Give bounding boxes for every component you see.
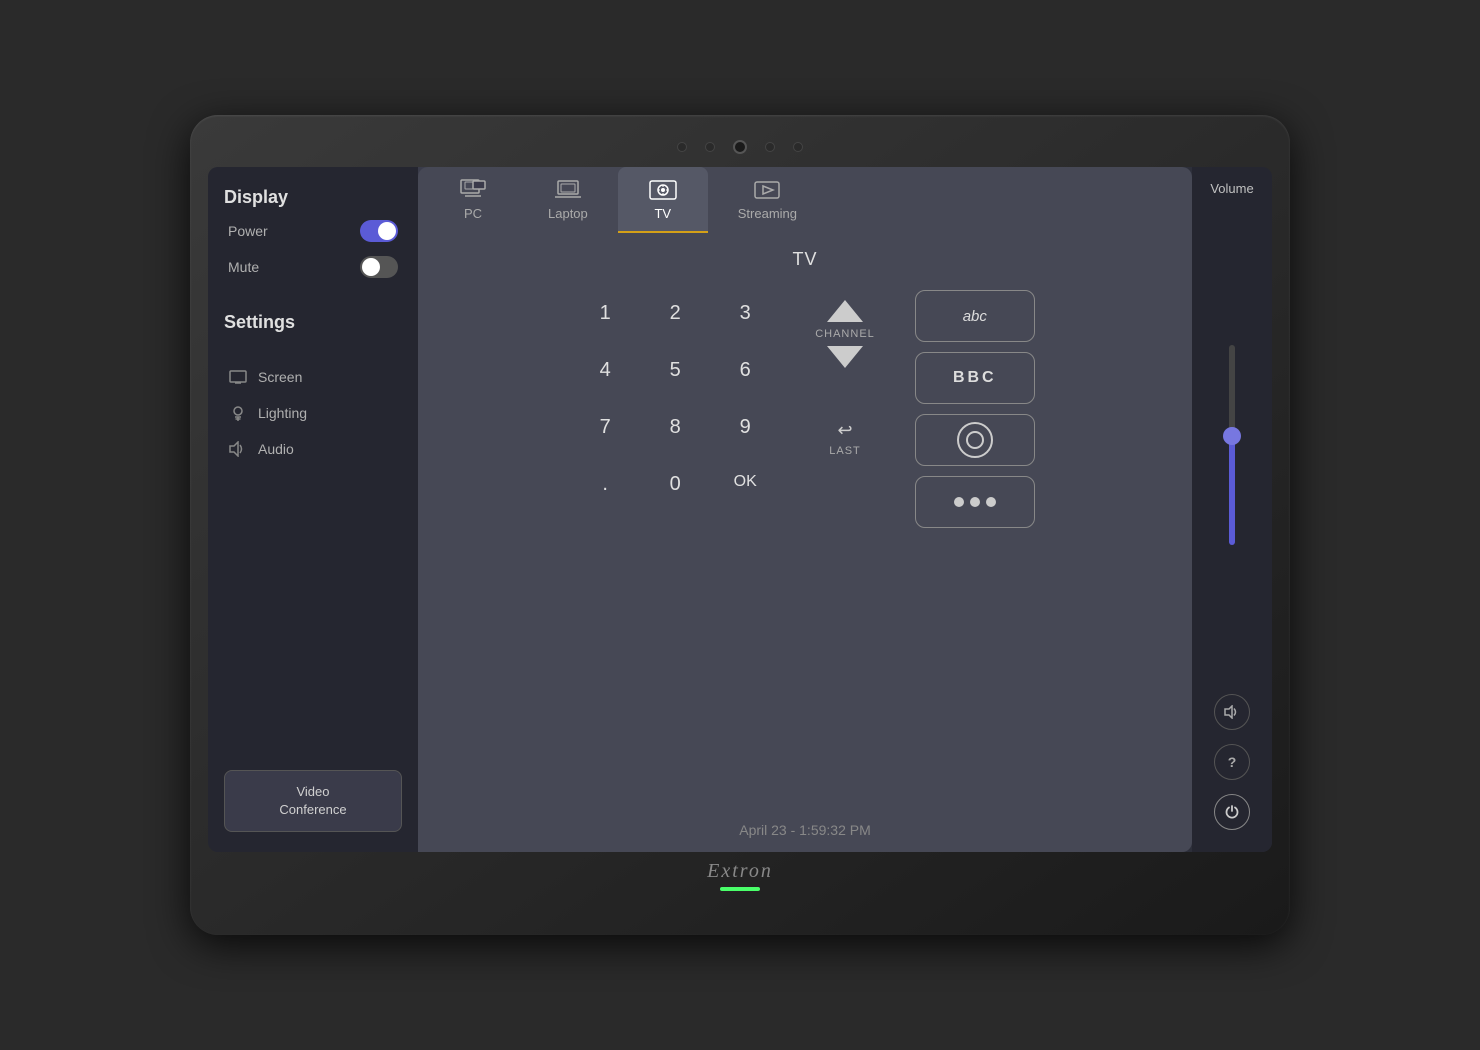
more-button[interactable]: [915, 476, 1035, 528]
more-dots-icon: [954, 497, 996, 507]
tab-laptop[interactable]: Laptop: [518, 167, 618, 233]
num-8[interactable]: 8: [645, 404, 705, 451]
channel-buttons: abc BBC: [915, 290, 1035, 528]
num-3[interactable]: 3: [715, 290, 775, 337]
sensor-right: [793, 142, 803, 152]
num-2[interactable]: 2: [645, 290, 705, 337]
power-indicator: [720, 887, 760, 891]
cbs-button[interactable]: [915, 414, 1035, 466]
audio-icon: [228, 439, 248, 459]
brand-text: Extron: [707, 860, 773, 882]
numpad: 1 2 3 4 5 6 7 8 9 . 0 OK: [575, 290, 775, 508]
num-7[interactable]: 7: [575, 404, 635, 451]
lighting-icon: [228, 403, 248, 423]
audio-item[interactable]: Audio: [224, 431, 402, 467]
power-toggle[interactable]: [360, 220, 398, 242]
device: Display Power Mute Settings: [190, 115, 1290, 935]
num-4[interactable]: 4: [575, 347, 635, 394]
num-6[interactable]: 6: [715, 347, 775, 394]
content-panel: TV 1 2 3 4 5 6 7 8 9 . 0: [418, 233, 1192, 852]
num-1[interactable]: 1: [575, 290, 635, 337]
power-label: Power: [228, 223, 268, 239]
channel-label: CHANNEL: [815, 328, 875, 340]
sensor-right2: [765, 142, 775, 152]
tabs-bar: PC Laptop: [418, 167, 1192, 233]
num-9[interactable]: 9: [715, 404, 775, 451]
sensor-left: [677, 142, 687, 152]
tab-tv-label: TV: [654, 206, 671, 221]
cbs-inner-circle: [966, 431, 984, 449]
speaker-button[interactable]: [1214, 694, 1250, 730]
main-content: PC Laptop: [418, 167, 1192, 852]
screen-label: Screen: [258, 369, 302, 385]
mute-label: Mute: [228, 259, 259, 275]
channel-down-button[interactable]: [827, 346, 863, 368]
mute-row: Mute: [224, 256, 402, 278]
panel-title: TV: [792, 249, 817, 270]
last-button[interactable]: ↩ LAST: [829, 420, 861, 457]
screen: Display Power Mute Settings: [208, 167, 1272, 852]
volume-slider[interactable]: [1229, 345, 1235, 545]
left-sidebar: Display Power Mute Settings: [208, 167, 418, 852]
volume-label: Volume: [1210, 181, 1253, 196]
last-icon: ↩: [837, 420, 852, 441]
dot-3: [986, 497, 996, 507]
lighting-label: Lighting: [258, 405, 307, 421]
video-conference-button[interactable]: VideoConference: [224, 770, 402, 832]
brand-label: Extron: [208, 852, 1272, 895]
bbc-button[interactable]: BBC: [915, 352, 1035, 404]
power-button[interactable]: [1214, 794, 1250, 830]
audio-label: Audio: [258, 441, 294, 457]
dot-2: [970, 497, 980, 507]
tab-tv[interactable]: TV: [618, 167, 708, 233]
channel-up-button[interactable]: [827, 300, 863, 322]
num-ok[interactable]: OK: [715, 461, 775, 508]
channel-control: CHANNEL ↩ LAST: [815, 300, 875, 457]
tab-pc[interactable]: PC: [428, 167, 518, 233]
settings-title: Settings: [224, 312, 402, 333]
tab-streaming[interactable]: Streaming: [708, 167, 827, 233]
power-row: Power: [224, 220, 402, 242]
laptop-icon: [553, 179, 583, 201]
cbs-eye-icon: [957, 422, 993, 458]
tab-laptop-label: Laptop: [548, 206, 588, 221]
settings-divider: Settings: [224, 312, 402, 345]
tab-pc-label: PC: [464, 206, 482, 221]
pc-icon: [458, 179, 488, 201]
tv-controls: 1 2 3 4 5 6 7 8 9 . 0 OK: [438, 290, 1172, 528]
num-0[interactable]: 0: [645, 461, 705, 508]
lighting-item[interactable]: Lighting: [224, 395, 402, 431]
last-label: LAST: [829, 445, 861, 457]
help-button[interactable]: ?: [1214, 744, 1250, 780]
num-dot[interactable]: .: [575, 461, 635, 508]
tab-streaming-label: Streaming: [738, 206, 797, 221]
sensor-left2: [705, 142, 715, 152]
screen-item[interactable]: Screen: [224, 359, 402, 395]
abc-button[interactable]: abc: [915, 290, 1035, 342]
right-sidebar: Volume ?: [1192, 167, 1272, 852]
camera-lens: [733, 140, 747, 154]
top-bar: [208, 133, 1272, 161]
num-5[interactable]: 5: [645, 347, 705, 394]
bbc-label: BBC: [953, 369, 997, 387]
display-title: Display: [224, 187, 402, 208]
dot-1: [954, 497, 964, 507]
screen-icon: [228, 367, 248, 387]
mute-toggle[interactable]: [360, 256, 398, 278]
tv-icon: [648, 179, 678, 201]
datetime: April 23 - 1:59:32 PM: [739, 822, 871, 838]
streaming-icon: [752, 179, 782, 201]
volume-slider-wrap: [1192, 206, 1272, 684]
abc-label: abc: [963, 308, 987, 325]
